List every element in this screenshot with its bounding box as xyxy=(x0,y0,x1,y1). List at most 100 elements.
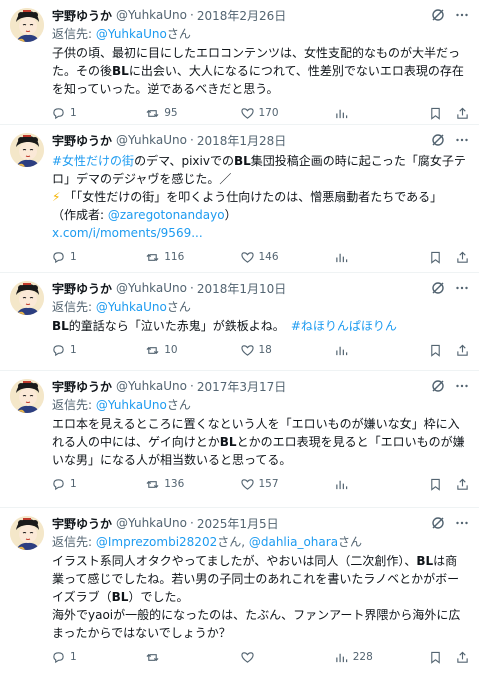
like-count: 157 xyxy=(258,478,279,490)
bookmark-icon[interactable] xyxy=(429,251,442,264)
retweet-count: 116 xyxy=(164,251,185,263)
share-icon[interactable] xyxy=(456,251,469,264)
retweet-button[interactable] xyxy=(146,651,240,664)
bookmark-icon[interactable] xyxy=(429,107,442,120)
like-count: 170 xyxy=(258,107,279,119)
author-name[interactable]: 宇野ゆうか xyxy=(52,132,112,149)
tweet[interactable]: 宇野ゆうか @YuhkaUno · 2018年1月28日 #女性だけの街のデマ、… xyxy=(0,125,479,273)
more-icon[interactable] xyxy=(455,133,469,147)
more-icon[interactable] xyxy=(455,379,469,393)
share-icon[interactable] xyxy=(456,107,469,120)
grok-icon[interactable] xyxy=(431,379,445,393)
tweet[interactable]: 宇野ゆうか @YuhkaUno · 2018年1月10日 返信先: @Yuhka… xyxy=(0,273,479,371)
reply-button[interactable]: 1 xyxy=(52,107,146,120)
views-button[interactable] xyxy=(335,251,429,264)
views-button[interactable]: 228 xyxy=(335,651,429,664)
share-icon[interactable] xyxy=(456,651,469,664)
author-handle[interactable]: @YuhkaUno xyxy=(116,133,187,147)
avatar[interactable] xyxy=(10,133,44,167)
tweet-date[interactable]: 2018年1月28日 xyxy=(197,132,286,149)
grok-icon[interactable] xyxy=(431,133,445,147)
like-button[interactable]: 146 xyxy=(240,251,335,264)
reply-to-handle[interactable]: @YuhkaUno xyxy=(96,300,167,314)
tweet[interactable]: 宇野ゆうか @YuhkaUno · 2018年2月26日 返信先: @Yuhka… xyxy=(0,0,479,125)
reply-to: 返信先: @YuhkaUnoさん xyxy=(52,300,191,314)
tweet-text: 子供の頃、最初に目にしたエロコンテンツは、女性支配的なものが大半だっ た。その後… xyxy=(52,46,464,96)
avatar[interactable] xyxy=(10,281,44,315)
avatar[interactable] xyxy=(10,516,44,550)
reply-button[interactable]: 1 xyxy=(52,251,146,264)
separator-dot: · xyxy=(190,281,194,295)
tweet-date[interactable]: 2017年3月17日 xyxy=(197,378,286,395)
share-icon[interactable] xyxy=(456,478,469,491)
bookmark-icon[interactable] xyxy=(429,651,442,664)
reply-to-handle[interactable]: @dahlia_ohara xyxy=(249,535,338,549)
author-handle[interactable]: @YuhkaUno xyxy=(116,281,187,295)
reply-button[interactable]: 1 xyxy=(52,651,146,664)
reply-to-handle[interactable]: @Imprezombi28202 xyxy=(96,535,217,549)
author-handle[interactable]: @YuhkaUno xyxy=(116,8,187,22)
reply-to: 返信先: @YuhkaUnoさん xyxy=(52,27,191,41)
tweet[interactable]: 宇野ゆうか @YuhkaUno · 2025年1月5日 返信先: @Imprez… xyxy=(0,508,479,691)
tweet-date[interactable]: 2018年2月26日 xyxy=(197,7,286,24)
tweet-date[interactable]: 2025年1月5日 xyxy=(197,515,279,532)
moment-link[interactable]: x.com/i/moments/9569... xyxy=(52,226,203,240)
grok-icon[interactable] xyxy=(431,8,445,22)
retweet-button[interactable]: 116 xyxy=(146,251,240,264)
avatar[interactable] xyxy=(10,379,44,413)
reply-count: 1 xyxy=(70,251,77,263)
views-count: 228 xyxy=(352,651,373,663)
like-button[interactable]: 18 xyxy=(240,344,335,357)
author-handle[interactable]: @YuhkaUno xyxy=(116,516,187,530)
like-button[interactable] xyxy=(240,651,335,664)
tweet[interactable]: 宇野ゆうか @YuhkaUno · 2017年3月17日 返信先: @Yuhka… xyxy=(0,371,479,508)
like-button[interactable]: 157 xyxy=(240,478,335,491)
reply-button[interactable]: 1 xyxy=(52,344,146,357)
reply-to-handle[interactable]: @YuhkaUno xyxy=(96,27,167,41)
separator-dot: · xyxy=(190,379,194,393)
hashtag-link[interactable]: #女性だけの街 xyxy=(52,154,134,168)
retweet-button[interactable]: 136 xyxy=(146,478,240,491)
reply-count: 1 xyxy=(70,344,77,356)
views-button[interactable] xyxy=(335,107,429,120)
like-button[interactable]: 170 xyxy=(240,107,335,120)
bookmark-icon[interactable] xyxy=(429,344,442,357)
avatar[interactable] xyxy=(10,8,44,42)
tweet-date[interactable]: 2018年1月10日 xyxy=(197,280,286,297)
grok-icon[interactable] xyxy=(431,516,445,530)
retweet-button[interactable]: 95 xyxy=(146,107,240,120)
more-icon[interactable] xyxy=(455,8,469,22)
tweet-text: エロ本を見えるところに置くなという人を「エロいものが嫌いな女」枠に入 れる人の中… xyxy=(52,417,465,467)
separator-dot: · xyxy=(190,8,194,22)
reply-button[interactable]: 1 xyxy=(52,478,146,491)
share-icon[interactable] xyxy=(456,344,469,357)
mention-link[interactable]: @zaregotonandayo xyxy=(108,208,225,222)
author-name[interactable]: 宇野ゆうか xyxy=(52,7,112,24)
views-button[interactable] xyxy=(335,478,429,491)
more-icon[interactable] xyxy=(455,281,469,295)
bookmark-icon[interactable] xyxy=(429,478,442,491)
like-count: 18 xyxy=(258,344,272,356)
author-name[interactable]: 宇野ゆうか xyxy=(52,378,112,395)
tweet-text: #女性だけの街のデマ、pixivでのBL集団投稿企画の時に起こった「腐女子テ ロ… xyxy=(52,154,466,240)
lightning-icon: ⚡ xyxy=(52,190,61,204)
retweet-count: 95 xyxy=(164,107,178,119)
grok-icon[interactable] xyxy=(431,281,445,295)
reply-to-handle[interactable]: @YuhkaUno xyxy=(96,398,167,412)
more-icon[interactable] xyxy=(455,516,469,530)
hashtag-link[interactable]: #ねほりんぱほりん xyxy=(291,319,397,333)
author-name[interactable]: 宇野ゆうか xyxy=(52,280,112,297)
author-handle[interactable]: @YuhkaUno xyxy=(116,379,187,393)
reply-count: 1 xyxy=(70,478,77,490)
views-button[interactable] xyxy=(335,344,429,357)
separator-dot: · xyxy=(190,133,194,147)
separator-dot: · xyxy=(190,516,194,530)
tweet-text: BL的童話なら「泣いた赤鬼」が鉄板よね。 #ねほりんぱほりん xyxy=(52,319,397,333)
reply-count: 1 xyxy=(70,651,77,663)
reply-to: 返信先: @Imprezombi28202さん, @dahlia_oharaさん xyxy=(52,535,363,549)
retweet-button[interactable]: 10 xyxy=(146,344,240,357)
retweet-count: 10 xyxy=(164,344,178,356)
reply-to: 返信先: @YuhkaUnoさん xyxy=(52,398,191,412)
like-count: 146 xyxy=(258,251,279,263)
author-name[interactable]: 宇野ゆうか xyxy=(52,515,112,532)
